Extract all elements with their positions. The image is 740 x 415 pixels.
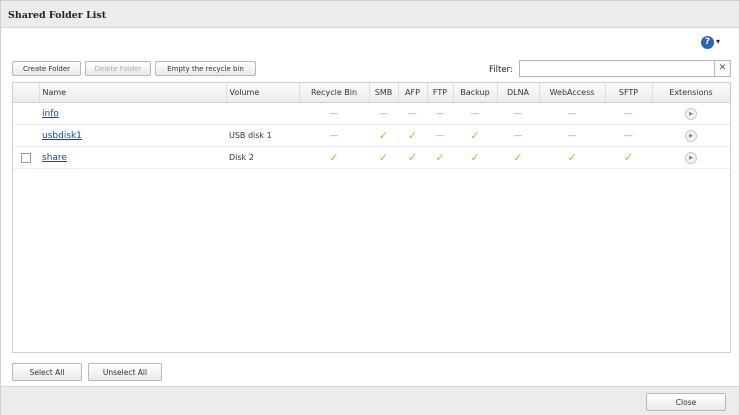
- folder-name-link[interactable]: share: [42, 153, 67, 163]
- ftp-cell: —: [427, 102, 453, 125]
- close-button[interactable]: Close: [646, 393, 726, 411]
- extensions-cell: ▶: [652, 146, 730, 169]
- name-cell: share: [39, 146, 226, 169]
- smb-cell: ✓: [369, 124, 398, 147]
- row-select-cell: [13, 146, 39, 169]
- table-row[interactable]: share Disk 2 ✓ ✓ ✓ ✓ ✓ ✓ ✓ ✓ ▶: [13, 146, 730, 169]
- header-volume[interactable]: Volume: [226, 83, 300, 103]
- dialog-titlebar: Shared Folder List: [1, 1, 739, 28]
- recycle-bin-cell: —: [299, 102, 369, 125]
- sftp-cell: —: [605, 124, 652, 147]
- extensions-cell: ▶: [652, 124, 730, 147]
- help-button[interactable]: ? ▾: [701, 34, 727, 52]
- dialog-title: Shared Folder List: [8, 10, 107, 21]
- sftp-cell: —: [605, 102, 652, 125]
- create-folder-button[interactable]: Create Folder: [12, 61, 81, 76]
- name-cell: usbdisk1: [39, 124, 226, 147]
- volume-cell: USB disk 1: [226, 124, 299, 147]
- sftp-cell: ✓: [605, 146, 652, 169]
- table-row[interactable]: info — — — — — — — — ▶: [13, 102, 730, 125]
- afp-cell: ✓: [398, 146, 427, 169]
- unselect-all-button[interactable]: Unselect All: [88, 363, 162, 381]
- header-recycle-bin[interactable]: Recycle Bin: [299, 83, 370, 103]
- header-sftp[interactable]: SFTP: [605, 83, 653, 103]
- extensions-arrow-icon[interactable]: ▶: [685, 129, 697, 142]
- volume-cell: [226, 102, 299, 125]
- header-afp[interactable]: AFP: [398, 83, 428, 103]
- smb-cell: ✓: [369, 146, 398, 169]
- dlna-cell: ✓: [497, 146, 539, 169]
- webaccess-cell: ✓: [539, 146, 605, 169]
- extensions-arrow-icon[interactable]: ▶: [685, 107, 697, 120]
- row-checkbox[interactable]: [21, 152, 31, 163]
- header-backup[interactable]: Backup: [453, 83, 498, 103]
- select-all-button[interactable]: Select All: [12, 363, 82, 381]
- volume-cell: Disk 2: [226, 146, 299, 169]
- filter-label: Filter:: [489, 65, 513, 75]
- empty-recycle-bin-button[interactable]: Empty the recycle bin: [155, 61, 256, 76]
- folder-name-link[interactable]: usbdisk1: [42, 131, 82, 141]
- folder-name-link[interactable]: info: [42, 109, 59, 119]
- afp-cell: —: [398, 102, 427, 125]
- clear-filter-icon[interactable]: ✕: [715, 60, 731, 77]
- smb-cell: —: [369, 102, 398, 125]
- row-select-cell: [13, 124, 39, 147]
- extensions-cell: ▶: [652, 102, 730, 125]
- header-name[interactable]: Name: [39, 83, 227, 103]
- table-header-row: Name Volume Recycle Bin SMB AFP FTP Back…: [13, 83, 730, 103]
- header-smb[interactable]: SMB: [369, 83, 399, 103]
- recycle-bin-cell: —: [299, 124, 369, 147]
- help-circle-icon: ?: [701, 36, 714, 49]
- dlna-cell: —: [497, 124, 539, 147]
- header-dlna[interactable]: DLNA: [497, 83, 540, 103]
- recycle-bin-cell: ✓: [299, 146, 369, 169]
- webaccess-cell: —: [539, 124, 605, 147]
- name-cell: info: [39, 102, 226, 125]
- extensions-arrow-icon[interactable]: ▶: [685, 151, 697, 164]
- row-select-cell: [13, 102, 39, 125]
- chevron-down-icon: ▾: [716, 37, 721, 46]
- header-select: [13, 83, 40, 103]
- header-extensions[interactable]: Extensions: [652, 83, 730, 103]
- header-ftp[interactable]: FTP: [427, 83, 454, 103]
- afp-cell: ✓: [398, 124, 427, 147]
- shared-folder-dialog: Shared Folder List ? ▾ Create Folder Del…: [0, 0, 740, 415]
- backup-cell: ✓: [453, 146, 497, 169]
- backup-cell: ✓: [453, 124, 497, 147]
- table-row[interactable]: usbdisk1 USB disk 1 — ✓ ✓ — ✓ — — — ▶: [13, 124, 730, 147]
- header-webaccess[interactable]: WebAccess: [539, 83, 606, 103]
- ftp-cell: —: [427, 124, 453, 147]
- shared-folder-table: Name Volume Recycle Bin SMB AFP FTP Back…: [12, 82, 731, 353]
- dialog-footer: Close: [1, 386, 739, 415]
- filter-input[interactable]: [519, 60, 715, 77]
- webaccess-cell: —: [539, 102, 605, 125]
- dlna-cell: —: [497, 102, 539, 125]
- backup-cell: —: [453, 102, 497, 125]
- delete-folder-button[interactable]: Delete Folder: [85, 61, 151, 76]
- ftp-cell: ✓: [427, 146, 453, 169]
